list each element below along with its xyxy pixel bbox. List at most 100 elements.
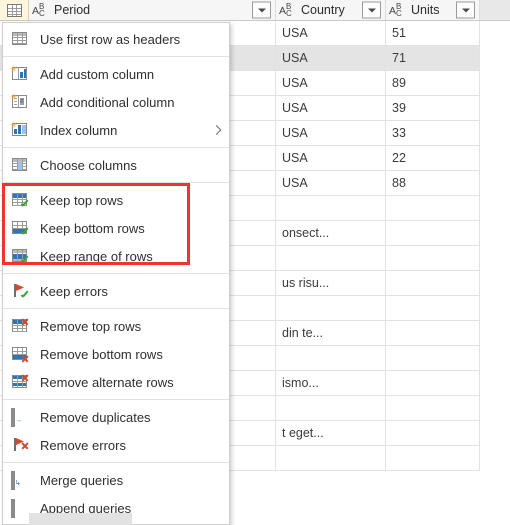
grid-right-filler xyxy=(480,21,510,525)
use-first-row-as-headers-icon xyxy=(11,31,28,47)
table-cell-units[interactable] xyxy=(386,396,480,420)
menu-item-keep-top-rows[interactable]: Keep top rows xyxy=(3,186,229,214)
filter-dropdown-icon-period[interactable] xyxy=(252,1,271,19)
table-cell-country[interactable]: ismo... xyxy=(276,371,386,395)
choose-columns-icon xyxy=(11,157,28,173)
menu-separator xyxy=(3,147,229,148)
grid-header-row: ABC Period ABC Country ABC Units xyxy=(0,0,510,21)
menu-item-add-custom-column[interactable]: ✳ Add custom column xyxy=(3,60,229,88)
table-cell-country[interactable]: t eget... xyxy=(276,421,386,445)
abc-type-icon: ABC xyxy=(279,1,292,18)
column-header-units[interactable]: ABC Units xyxy=(386,0,480,20)
filter-dropdown-icon-country[interactable] xyxy=(362,1,381,19)
table-cell-country[interactable]: us risu... xyxy=(276,271,386,295)
menu-item-index-column[interactable]: ✳ Index column xyxy=(3,116,229,144)
table-cell-units[interactable]: 71 xyxy=(386,46,480,70)
table-cell-country[interactable]: USA xyxy=(276,96,386,120)
table-context-menu[interactable]: Use first row as headers ✳ Add custom colu… xyxy=(2,22,230,525)
menu-item-remove-alternate-rows[interactable]: Remove alternate rows xyxy=(3,368,229,396)
menu-separator xyxy=(3,182,229,183)
power-query-editor-screen: ABC Period ABC Country ABC Units USA 51 … xyxy=(0,0,510,525)
table-cell-country[interactable]: USA xyxy=(276,146,386,170)
menu-item-label: Index column xyxy=(40,122,118,138)
menu-item-keep-errors[interactable]: Keep errors xyxy=(3,277,229,305)
table-cell-units[interactable] xyxy=(386,221,480,245)
table-cell-country[interactable]: USA xyxy=(276,121,386,145)
remove-duplicates-icon: → xyxy=(11,408,28,427)
append-queries-icon xyxy=(11,499,28,518)
menu-item-label: Remove errors xyxy=(40,437,126,453)
table-cell-country[interactable]: USA xyxy=(276,21,386,45)
menu-item-remove-duplicates[interactable]: → Remove duplicates xyxy=(3,403,229,431)
table-cell-units[interactable]: 51 xyxy=(386,21,480,45)
remove-errors-icon xyxy=(11,437,28,453)
column-header-label: Country xyxy=(301,3,345,17)
table-cell-country[interactable] xyxy=(276,296,386,320)
add-conditional-column-icon: ≠ ✳ xyxy=(10,93,28,110)
table-cell-units[interactable] xyxy=(386,321,480,345)
column-header-label: Units xyxy=(411,3,440,17)
menu-item-merge-queries[interactable]: ↳ Merge queries xyxy=(3,466,229,494)
table-cell-units[interactable] xyxy=(386,196,480,220)
table-cell-country[interactable]: din te... xyxy=(276,321,386,345)
table-cell-country[interactable] xyxy=(276,246,386,270)
column-header-filler xyxy=(480,0,510,20)
menu-item-label: Remove duplicates xyxy=(40,409,151,425)
table-cell-units[interactable] xyxy=(386,371,480,395)
table-cell-country[interactable]: USA xyxy=(276,171,386,195)
abc-type-icon: ABC xyxy=(389,1,402,18)
abc-type-icon: ABC xyxy=(32,1,45,18)
index-column-icon: ✳ xyxy=(10,121,28,138)
table-cell-country[interactable] xyxy=(276,196,386,220)
menu-item-label: Add custom column xyxy=(40,66,155,82)
filter-dropdown-icon-units[interactable] xyxy=(456,1,475,19)
column-header-period[interactable]: ABC Period xyxy=(29,0,276,20)
menu-item-label: Merge queries xyxy=(40,472,124,488)
table-cell-units[interactable]: 89 xyxy=(386,71,480,95)
keep-bottom-rows-icon xyxy=(11,220,28,236)
table-icon xyxy=(6,3,22,17)
table-cell-units[interactable] xyxy=(386,446,480,470)
table-cell-units[interactable]: 88 xyxy=(386,171,480,195)
menu-item-label: Remove bottom rows xyxy=(40,346,163,362)
menu-item-label: Keep errors xyxy=(40,283,108,299)
menu-item-label: Add conditional column xyxy=(40,94,175,110)
table-cell-country[interactable]: USA xyxy=(276,71,386,95)
menu-item-choose-columns[interactable]: Choose columns xyxy=(3,151,229,179)
table-cell-country[interactable] xyxy=(276,346,386,370)
menu-item-label: Keep top rows xyxy=(40,192,124,208)
table-cell-units[interactable] xyxy=(386,271,480,295)
menu-item-label: Keep range of rows xyxy=(40,248,153,264)
column-header-country[interactable]: ABC Country xyxy=(276,0,386,20)
menu-item-label: Remove alternate rows xyxy=(40,374,174,390)
menu-item-remove-errors[interactable]: Remove errors xyxy=(3,431,229,459)
menu-separator xyxy=(3,399,229,400)
menu-item-keep-range-of-rows[interactable]: Keep range of rows xyxy=(3,242,229,270)
table-cell-country[interactable]: USA xyxy=(276,46,386,70)
menu-item-label: Use first row as headers xyxy=(40,31,181,47)
table-cell-units[interactable] xyxy=(386,346,480,370)
menu-separator xyxy=(3,308,229,309)
menu-item-add-conditional-column[interactable]: ≠ ✳ Add conditional column xyxy=(3,88,229,116)
keep-top-rows-icon xyxy=(11,192,28,208)
table-cell-units[interactable]: 33 xyxy=(386,121,480,145)
table-cell-units[interactable] xyxy=(386,296,480,320)
table-cell-units[interactable]: 39 xyxy=(386,96,480,120)
chevron-right-icon xyxy=(211,125,222,135)
table-cell-units[interactable] xyxy=(386,246,480,270)
table-cell-country[interactable] xyxy=(276,446,386,470)
menu-item-use-first-row-as-headers[interactable]: Use first row as headers xyxy=(3,25,229,53)
menu-item-remove-top-rows[interactable]: Remove top rows xyxy=(3,312,229,340)
merge-queries-icon: ↳ xyxy=(11,471,28,490)
menu-separator xyxy=(3,56,229,57)
table-cell-country[interactable] xyxy=(276,396,386,420)
table-cell-units[interactable] xyxy=(386,421,480,445)
remove-alternate-rows-icon xyxy=(11,374,28,390)
table-cell-country[interactable]: onsect... xyxy=(276,221,386,245)
menu-separator xyxy=(3,462,229,463)
menu-item-keep-bottom-rows[interactable]: Keep bottom rows xyxy=(3,214,229,242)
menu-item-label: Choose columns xyxy=(40,157,137,173)
menu-item-remove-bottom-rows[interactable]: Remove bottom rows xyxy=(3,340,229,368)
grid-corner-cell[interactable] xyxy=(0,0,29,20)
table-cell-units[interactable]: 22 xyxy=(386,146,480,170)
